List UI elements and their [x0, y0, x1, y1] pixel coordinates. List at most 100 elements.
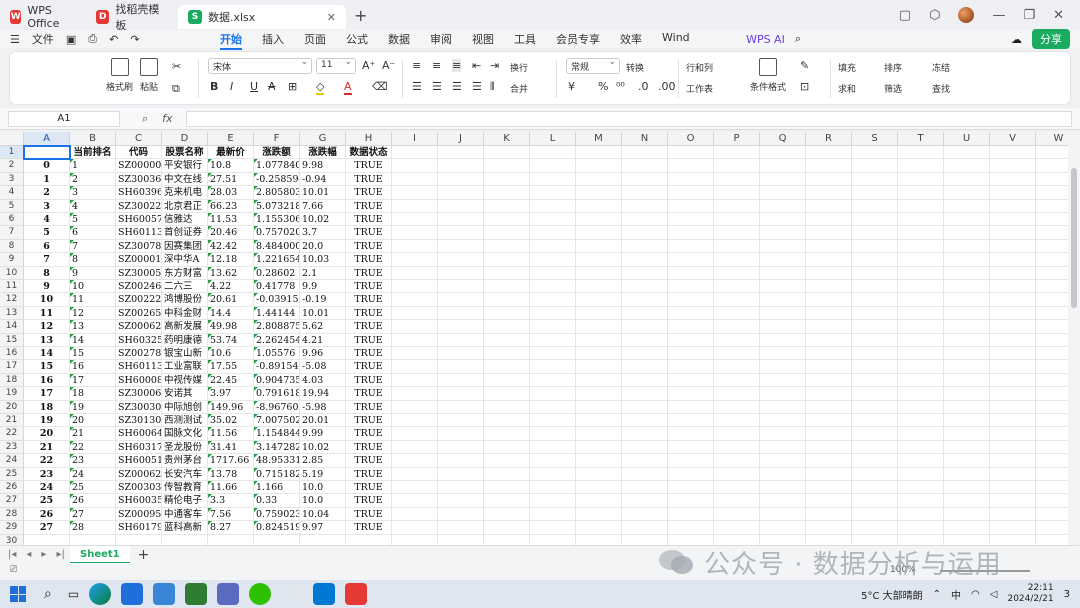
cell[interactable] — [576, 467, 622, 481]
cell[interactable]: SZ002467 — [116, 280, 162, 294]
cell[interactable] — [576, 266, 622, 280]
cell[interactable]: TRUE — [346, 494, 392, 508]
ribbon-tab[interactable]: 效率 — [610, 31, 652, 47]
cell[interactable]: 4.22 — [208, 280, 254, 294]
cell[interactable]: 鸿博股份 — [162, 293, 208, 307]
cell[interactable] — [484, 172, 530, 187]
cell[interactable]: 2.1 — [300, 266, 346, 280]
cell[interactable] — [990, 306, 1036, 321]
cell[interactable]: -0.19 — [300, 293, 346, 307]
cell[interactable] — [530, 507, 576, 522]
cell[interactable] — [668, 347, 714, 361]
cell[interactable] — [438, 494, 484, 508]
cell[interactable] — [806, 226, 852, 240]
cell[interactable] — [898, 494, 944, 508]
cell[interactable]: 国脉文化 — [162, 427, 208, 441]
cell[interactable] — [898, 280, 944, 294]
cell[interactable]: SH603259 — [116, 333, 162, 347]
cell[interactable]: 20.61 — [208, 293, 254, 307]
cell[interactable] — [622, 494, 668, 508]
cell[interactable] — [760, 253, 806, 267]
cell[interactable]: 49.98 — [208, 320, 254, 334]
cell[interactable]: 工业富联 — [162, 360, 208, 374]
box-icon[interactable]: ⬡ — [929, 8, 940, 23]
number-format-select[interactable]: 常规 — [566, 57, 620, 74]
file-menu[interactable]: 文件 — [32, 31, 54, 47]
cell[interactable] — [392, 172, 438, 187]
row-header[interactable]: 29 — [0, 521, 24, 535]
cell[interactable] — [484, 253, 530, 267]
cell[interactable] — [944, 414, 990, 428]
cell[interactable] — [530, 239, 576, 254]
cell[interactable] — [530, 159, 576, 173]
cell[interactable] — [1036, 481, 1068, 495]
cell[interactable] — [990, 414, 1036, 428]
bold-icon[interactable]: B — [210, 80, 218, 93]
cell[interactable]: 3 — [24, 199, 70, 213]
cell[interactable] — [898, 239, 944, 254]
rows-cols-button[interactable]: 行和列 — [686, 61, 713, 74]
cell[interactable]: TRUE — [346, 199, 392, 213]
cell[interactable] — [484, 320, 530, 334]
cell[interactable]: 安诺其 — [162, 387, 208, 401]
cell[interactable]: 涨跌幅 — [300, 146, 346, 160]
cell[interactable] — [990, 333, 1036, 347]
cell[interactable]: 6 — [70, 226, 116, 240]
mail-icon[interactable] — [121, 583, 144, 605]
cell[interactable]: 信雅达 — [162, 213, 208, 227]
vscode-icon[interactable] — [313, 583, 336, 605]
cell[interactable] — [622, 333, 668, 347]
cell[interactable] — [714, 172, 760, 187]
fx-icon[interactable]: fx — [162, 112, 172, 126]
cell[interactable] — [806, 146, 852, 160]
cell[interactable] — [392, 414, 438, 428]
cell[interactable] — [898, 146, 944, 160]
cell[interactable] — [530, 199, 576, 213]
cell[interactable]: 3.7 — [300, 226, 346, 240]
cell[interactable]: 9 — [24, 280, 70, 294]
cell[interactable]: SH600088 — [116, 373, 162, 388]
cell[interactable] — [852, 239, 898, 254]
cell[interactable] — [668, 146, 714, 160]
sum-button[interactable]: 求和 — [838, 82, 856, 95]
cell[interactable] — [990, 440, 1036, 455]
cell[interactable]: 17.55 — [208, 360, 254, 374]
cell[interactable] — [392, 454, 438, 468]
cell[interactable] — [622, 507, 668, 522]
tab-template[interactable]: D 找稻壳模板 — [86, 3, 178, 32]
cell[interactable] — [116, 534, 162, 545]
cell[interactable] — [760, 306, 806, 321]
cell[interactable] — [668, 494, 714, 508]
cell[interactable] — [944, 159, 990, 173]
cell[interactable]: TRUE — [346, 440, 392, 455]
cell[interactable] — [760, 360, 806, 374]
cell[interactable] — [944, 186, 990, 200]
cell[interactable] — [760, 172, 806, 187]
align-bottom-icon[interactable]: ≡ — [452, 59, 462, 72]
cell[interactable]: SZ003032 — [116, 481, 162, 495]
cell[interactable]: 北京君正 — [162, 199, 208, 213]
cell[interactable] — [668, 454, 714, 468]
cell[interactable] — [714, 467, 760, 481]
cell[interactable]: 最新价 — [208, 146, 254, 160]
cell[interactable] — [898, 253, 944, 267]
cell[interactable]: SH600355 — [116, 494, 162, 508]
cell[interactable] — [392, 146, 438, 160]
cell[interactable] — [484, 333, 530, 347]
cell[interactable] — [438, 360, 484, 374]
tab-document[interactable]: S 数据.xlsx ✕ — [178, 5, 346, 29]
column-header[interactable]: K — [484, 132, 530, 146]
cell[interactable] — [990, 373, 1036, 388]
photos-icon[interactable] — [217, 583, 240, 605]
cell[interactable] — [668, 266, 714, 280]
cell[interactable] — [806, 521, 852, 535]
cell[interactable]: SZ002657 — [116, 306, 162, 321]
cell[interactable] — [392, 481, 438, 495]
spreadsheet-grid[interactable]: A B C D E F G H I J K L M N O P Q R S T U V W 1 当前排名 代码 股票名称 最新价 涨跌额… — [0, 132, 1068, 545]
cell[interactable] — [392, 333, 438, 347]
cell[interactable]: SH601138 — [116, 360, 162, 374]
row-header[interactable]: 20 — [0, 400, 24, 414]
cell[interactable] — [944, 481, 990, 495]
cell[interactable] — [714, 213, 760, 227]
cell[interactable] — [622, 373, 668, 388]
